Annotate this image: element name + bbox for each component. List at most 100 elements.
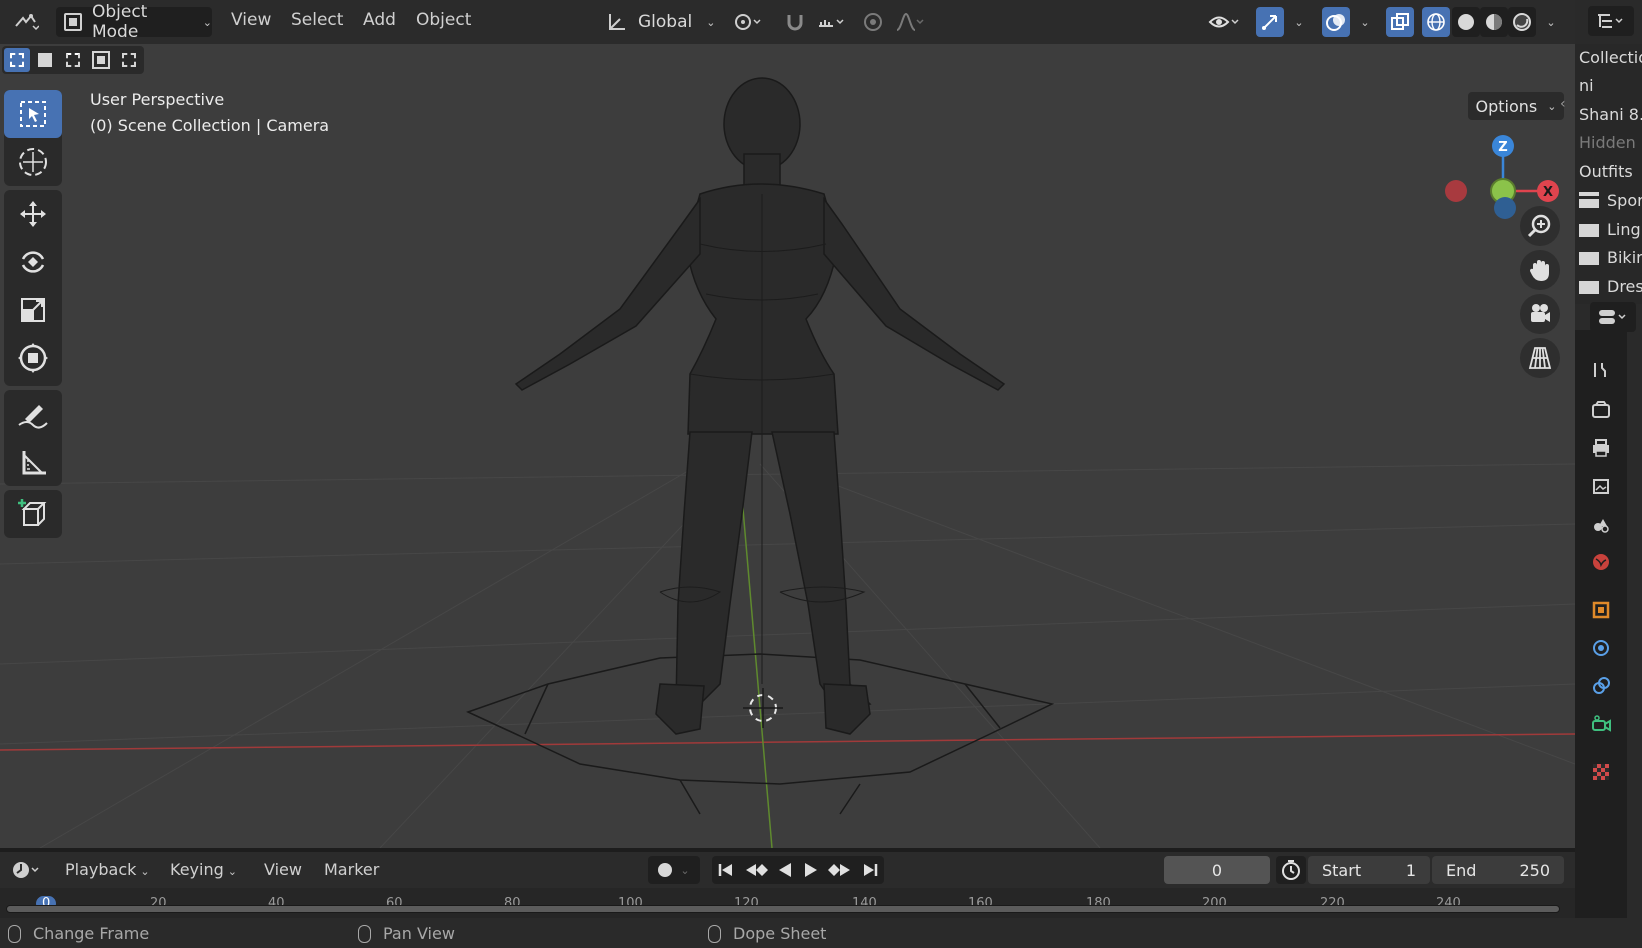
toolbar-add-group [4, 490, 62, 538]
outliner-row[interactable]: ni [1579, 76, 1594, 95]
editor-3d-icon [15, 14, 39, 31]
tab-constraints[interactable] [1575, 668, 1627, 704]
snap-target-button[interactable] [814, 7, 850, 37]
jump-keyframe-back-icon[interactable] [744, 861, 768, 879]
camera-view-button[interactable] [1520, 294, 1560, 334]
gizmo-toggle[interactable] [1256, 7, 1284, 37]
outliner-row-collection[interactable]: Spor [1579, 191, 1642, 210]
select-intersect-button[interactable] [116, 48, 142, 72]
tool-add-cube[interactable] [4, 490, 62, 538]
perspective-toggle-button[interactable] [1520, 338, 1560, 378]
tab-output[interactable] [1575, 430, 1627, 466]
jump-end-icon[interactable] [860, 861, 880, 879]
visibility-button[interactable] [1202, 7, 1246, 37]
3d-viewport[interactable]: User Perspective (0) Scene Collection | … [0, 44, 1575, 848]
gizmo-dropdown[interactable]: ⌄ [1286, 7, 1308, 37]
outliner-row-collection[interactable]: Dres [1579, 277, 1642, 296]
proportional-edit-toggle[interactable] [858, 7, 888, 37]
tool-cursor[interactable] [4, 138, 62, 186]
select-extend-button[interactable] [32, 48, 58, 72]
tab-data[interactable] [1575, 706, 1627, 742]
shading-dropdown[interactable]: ⌄ [1538, 7, 1560, 37]
gizmo-neg-z-dot[interactable] [1490, 193, 1520, 223]
pivot-point-button[interactable] [726, 7, 770, 37]
gizmo-neg-x-axis[interactable] [1445, 180, 1467, 202]
outliner-row[interactable]: Outfits [1579, 162, 1633, 181]
menu-add[interactable]: Add [363, 10, 396, 30]
outliner-row-label: Dres [1607, 277, 1642, 296]
menu-select[interactable]: Select [291, 10, 343, 30]
editor-type-button[interactable] [4, 7, 48, 37]
tab-view-layer[interactable] [1575, 468, 1627, 504]
shading-rendered-button[interactable] [1508, 7, 1536, 37]
timeline-menu-marker[interactable]: Marker [324, 860, 379, 879]
outliner-row-label: Bikir [1607, 248, 1642, 267]
menu-view[interactable]: View [231, 10, 271, 30]
tab-modifiers[interactable] [1575, 630, 1627, 666]
tab-world[interactable] [1575, 544, 1627, 580]
sidebar-collapse-arrow[interactable]: ‹ [1560, 96, 1566, 112]
outliner-row-collection[interactable]: Ling [1579, 220, 1641, 239]
preview-range-toggle[interactable] [1276, 856, 1306, 884]
outliner-row-label: Spor [1607, 191, 1642, 210]
tool-transform[interactable] [4, 334, 62, 382]
overlays-dropdown[interactable]: ⌄ [1352, 7, 1374, 37]
start-frame-field[interactable]: Start 1 [1308, 856, 1430, 884]
timeline-menu-view[interactable]: View [264, 860, 302, 879]
tab-texture[interactable] [1575, 754, 1627, 790]
overlays-toggle[interactable] [1322, 7, 1350, 37]
outliner-row[interactable]: Hidden [1579, 133, 1636, 152]
tool-move[interactable] [4, 190, 62, 238]
menu-object[interactable]: Object [416, 10, 471, 30]
rotate-icon [21, 251, 45, 273]
tool-select-box[interactable] [4, 90, 62, 138]
wrench-screwdriver-icon [1594, 363, 1606, 377]
timeline-menu-keying[interactable]: Keying ⌄ [170, 860, 237, 879]
falloff-button[interactable] [890, 7, 930, 37]
auto-keying-button[interactable]: ⌄ [648, 856, 700, 884]
shading-solid-button[interactable] [1452, 7, 1480, 37]
properties-editor-type-button[interactable] [1590, 302, 1636, 332]
mode-dropdown[interactable]: Object Mode ⌄ [56, 2, 212, 42]
collection-icon [1579, 221, 1599, 237]
hand-icon [1529, 260, 1549, 281]
timeline-scrollbar[interactable] [6, 905, 1560, 913]
tab-tool[interactable] [1575, 352, 1627, 388]
tab-render[interactable] [1575, 392, 1627, 428]
current-frame-field[interactable]: 0 [1164, 856, 1270, 884]
transform-orientation-dropdown[interactable]: Global ⌄ [600, 7, 716, 37]
select-extend-icon [38, 53, 52, 67]
outliner-row[interactable]: Shani 8. [1579, 105, 1642, 124]
image-layers-icon [1593, 479, 1609, 494]
select-subtract-icon [66, 53, 80, 67]
play-icon[interactable] [802, 861, 820, 879]
outliner-row[interactable]: Collectio [1579, 48, 1642, 67]
jump-start-icon[interactable] [716, 861, 736, 879]
tool-scale[interactable] [4, 286, 62, 334]
timeline-header: Playback ⌄ Keying ⌄ View Marker ⌄ 0 Start … [0, 852, 1575, 888]
tab-scene[interactable] [1575, 506, 1627, 542]
outliner-row-collection[interactable]: Bikir [1579, 248, 1642, 267]
select-invert-button[interactable] [88, 48, 114, 72]
shading-material-button[interactable] [1480, 7, 1508, 37]
timeline-ruler[interactable]: 0 20 40 60 80 100 120 140 160 180 200 22… [0, 888, 1575, 918]
tool-measure[interactable] [4, 438, 62, 486]
snap-toggle[interactable] [778, 7, 812, 37]
timeline-menu-playback[interactable]: Playback ⌄ [65, 860, 150, 879]
record-icon [658, 863, 673, 877]
xray-toggle[interactable] [1386, 7, 1414, 37]
pan-button[interactable] [1520, 250, 1560, 290]
chevron-down-icon: ⌄ [706, 15, 716, 29]
select-subtract-button[interactable] [60, 48, 86, 72]
tab-object[interactable] [1575, 592, 1627, 628]
play-reverse-icon[interactable] [776, 861, 794, 879]
shading-wireframe-button[interactable] [1422, 7, 1450, 37]
zoom-button[interactable] [1520, 206, 1560, 246]
tool-rotate[interactable] [4, 238, 62, 286]
end-frame-field[interactable]: End 250 [1432, 856, 1564, 884]
tool-annotate[interactable] [4, 390, 62, 438]
jump-keyframe-forward-icon[interactable] [828, 861, 852, 879]
outliner-editor-type-button[interactable] [1588, 6, 1634, 36]
select-new-button[interactable] [4, 48, 30, 72]
timeline-editor-type-button[interactable] [4, 855, 48, 885]
